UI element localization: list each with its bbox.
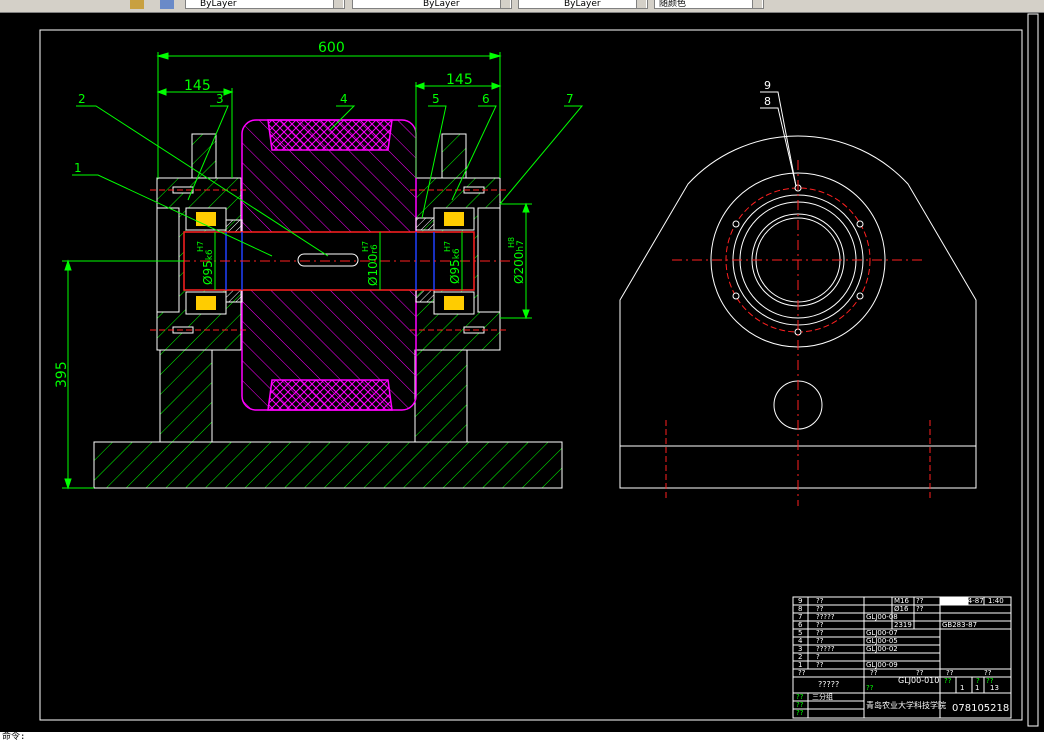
parts-row-std: GB283-87 (942, 621, 977, 629)
command-line[interactable]: 命令: (0, 732, 1044, 742)
balloon-3: 3 (216, 92, 224, 106)
parts-row-no: 2 (798, 653, 802, 661)
dim-left-width: 145 (184, 78, 211, 94)
plotstyle-select-value: 随颜色 (659, 0, 687, 9)
linetype-select-value: ByLayer (423, 0, 460, 9)
sheet-cell-1: ?? (866, 684, 874, 692)
parts-row-mat: M16 (894, 597, 909, 605)
end-view (619, 91, 977, 506)
parts-row-mat: 2319 (894, 621, 912, 629)
student-id: 078105218 (952, 703, 1009, 714)
tol-center-hub: H7 (361, 241, 370, 252)
chevron-down-icon (636, 0, 646, 8)
dim-right-width: 145 (446, 72, 473, 88)
parts-row-std: GB/T244-87 (942, 597, 984, 605)
sheet-cell-2: ?? (944, 677, 952, 685)
balloon-5: 5 (432, 92, 440, 106)
parts-row-no: 3 (798, 645, 802, 653)
sheet-edge (1027, 13, 1039, 727)
parts-row-name: ????? (816, 613, 835, 621)
section-view (93, 119, 563, 489)
designer-label-3: ?? (796, 709, 804, 717)
parts-row-note: ?? (916, 597, 924, 605)
dim-total-width: 600 (318, 40, 345, 56)
parts-row-no: 8 (798, 605, 802, 613)
parts-row-name: ?? (816, 605, 824, 613)
balloon-9: 9 (764, 79, 771, 92)
title-block-text: 9?? M16?? GB/T244-87 8?? Ø16 ?? 7????? GLJ00-08… (798, 597, 984, 669)
parts-row-name: ?? (816, 629, 824, 637)
school-name: 青岛农业大学科技学院 (866, 700, 946, 710)
chevron-down-icon (500, 0, 510, 8)
lineweight-select[interactable]: ByLayer (518, 0, 648, 9)
parts-row-name: ????? (816, 645, 835, 653)
support-right (414, 349, 468, 443)
balloon-4: 4 (340, 92, 348, 106)
balloon-6: 6 (482, 92, 490, 106)
drawing-code: GLJ00-010 (898, 676, 939, 685)
parts-row-mat: Ø16 (894, 605, 909, 613)
parts-row-name: ?? (816, 621, 824, 629)
parts-row-no: 7 (798, 613, 802, 621)
assembly-name: ????? (818, 680, 839, 689)
parts-row-code: GLJ00-08 (866, 613, 898, 621)
scale-value: 1:40 (988, 597, 1004, 605)
parts-row-code: GLJ00-09 (866, 661, 898, 669)
plotstyle-select[interactable]: 随颜色 (654, 0, 764, 9)
tol-left-hub: H7 (196, 241, 205, 252)
parts-row-note: ?? (916, 605, 924, 613)
parts-row-name: ?? (816, 597, 824, 605)
hdr-cell-2: ?? (870, 669, 878, 677)
sheet-value-3: 13 (990, 684, 999, 692)
color-select[interactable]: ByLayer (185, 0, 345, 9)
designer-label-1: ?? (796, 693, 804, 701)
balloon-7: 7 (566, 92, 574, 106)
cad-drawing-canvas[interactable]: 600 145 145 395 Ø200h7 Ø95k6 Ø100r6 Ø95k… (0, 12, 1044, 732)
parts-row-no: 6 (798, 621, 803, 629)
layer-icon[interactable] (130, 0, 144, 9)
linetype-select[interactable]: ByLayer (352, 0, 512, 9)
parts-row-name: ? (816, 653, 820, 661)
parts-row-code: GLJ00-02 (866, 645, 898, 653)
parts-row-name: ?? (816, 637, 824, 645)
parts-row-name: ?? (816, 661, 824, 669)
sheet-value-2: 1 (975, 684, 979, 692)
parts-row-no: 4 (798, 637, 803, 645)
dim-height: 395 (54, 361, 70, 388)
sheet-value-1: 1 (960, 684, 964, 692)
tol-right-hub: H7 (443, 241, 452, 252)
hdr-cell-4: ?? (946, 669, 954, 677)
parts-row-no: 5 (798, 629, 802, 637)
designer-label-2: ?? (796, 701, 804, 709)
tyre-bottom (267, 379, 393, 411)
hdr-cell-5: ?? (984, 669, 992, 677)
color-select-value: ByLayer (200, 0, 237, 9)
tyre-top (267, 119, 393, 151)
support-left (159, 349, 213, 443)
tol-bore: H8 (507, 237, 516, 248)
hdr-cell-1: ?? (798, 669, 806, 677)
balloon-2: 2 (78, 92, 86, 106)
chevron-down-icon (333, 0, 343, 8)
parts-row-code: GLJ00-05 (866, 637, 898, 645)
designer-note: 三分组 (812, 692, 833, 701)
balloon-1: 1 (74, 161, 82, 175)
layer-manager-icon[interactable] (160, 0, 174, 9)
lineweight-select-value: ByLayer (564, 0, 601, 9)
parts-row-no: 1 (798, 661, 802, 669)
parts-row-no: 9 (798, 597, 802, 605)
parts-row-code: GLJ00-07 (866, 629, 898, 637)
chevron-down-icon (752, 0, 762, 8)
balloon-8: 8 (764, 95, 771, 108)
command-prompt: 命令: (2, 732, 26, 742)
base-plate (93, 441, 563, 489)
